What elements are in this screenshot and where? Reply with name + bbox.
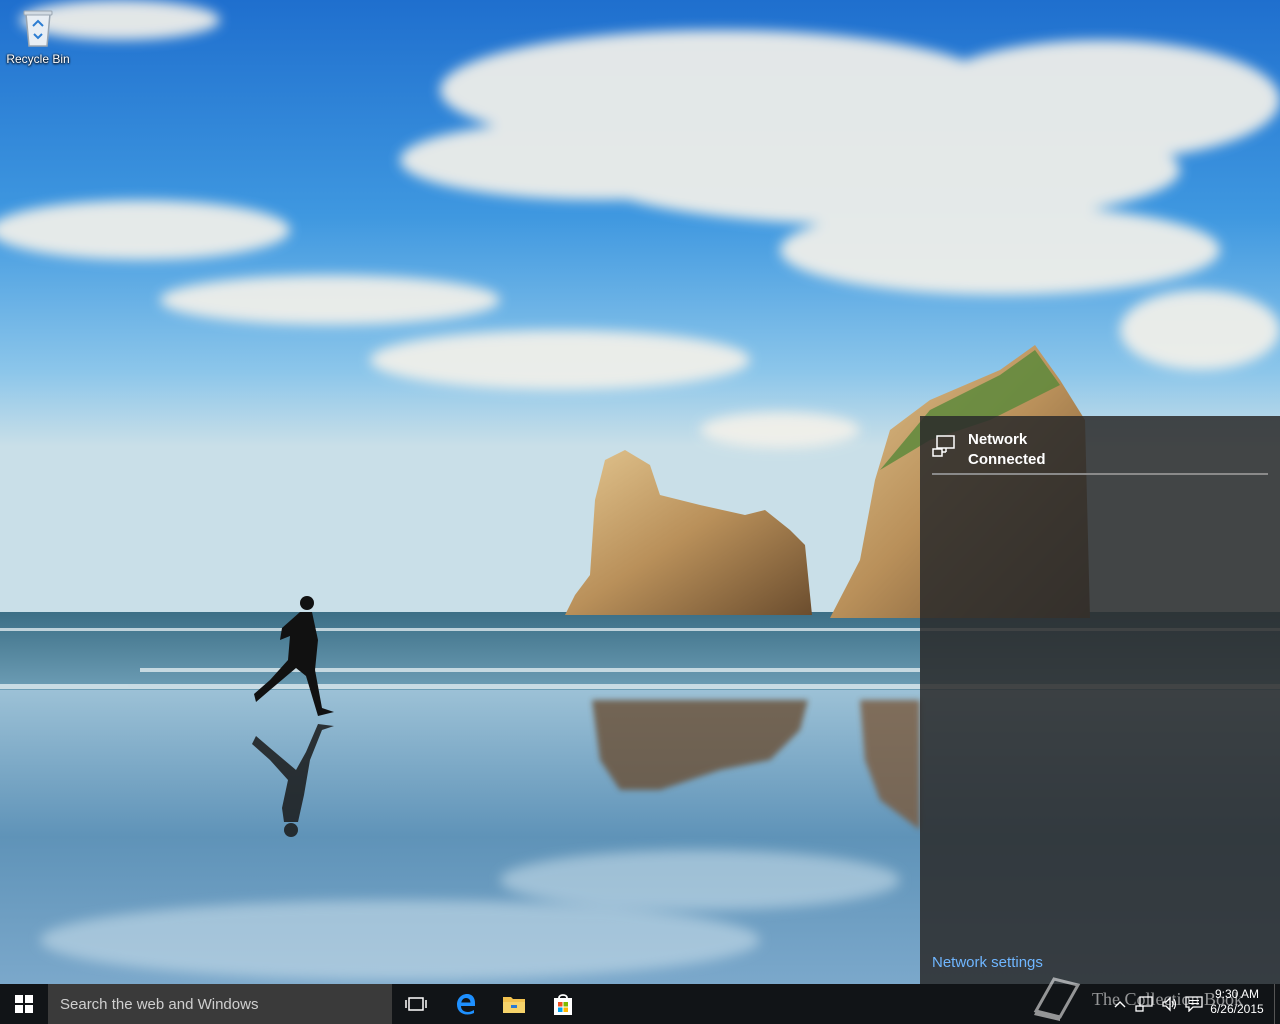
start-button[interactable] [0, 984, 48, 1024]
store-icon [554, 994, 572, 1015]
search-box[interactable]: Search the web and Windows [48, 984, 392, 1024]
taskbar-clock[interactable]: 9:30 AM 6/26/2015 [1206, 987, 1268, 1017]
tray-volume-button[interactable] [1158, 984, 1182, 1024]
network-tray-icon [1135, 996, 1153, 1012]
search-placeholder: Search the web and Windows [60, 995, 259, 1013]
task-view-button[interactable] [392, 984, 440, 1024]
network-status: Connected [968, 451, 1046, 468]
volume-icon [1162, 996, 1177, 1012]
store-taskbar-button[interactable] [539, 984, 587, 1024]
network-flyout: Network Connected Network settings [920, 416, 1280, 984]
edge-icon [457, 994, 475, 1015]
clock-date: 6/26/2015 [1210, 1002, 1264, 1016]
windows-logo-icon [15, 995, 33, 1013]
desktop-icon-recycle-bin[interactable]: Recycle Bin [4, 8, 72, 66]
folder-icon [503, 997, 525, 1013]
action-center-icon [1185, 996, 1203, 1012]
tray-network-button[interactable] [1132, 984, 1156, 1024]
show-hidden-icons-button[interactable] [1110, 984, 1130, 1024]
task-view-icon [405, 997, 427, 1011]
action-center-button[interactable] [1182, 984, 1206, 1024]
network-settings-link[interactable]: Network settings [932, 954, 1043, 971]
show-desktop-button[interactable] [1274, 984, 1280, 1024]
taskbar: Search the web and Windows 9:30 AM 6/26/… [0, 984, 1280, 1024]
recycle-bin-label: Recycle Bin [6, 52, 70, 66]
chevron-up-icon [1114, 1001, 1126, 1008]
edge-taskbar-button[interactable] [442, 984, 490, 1024]
network-name: Network [968, 431, 1028, 448]
network-connection-item[interactable]: Network Connected [932, 422, 1268, 474]
ethernet-network-icon [932, 435, 955, 457]
network-divider [932, 473, 1268, 475]
file-explorer-taskbar-button[interactable] [490, 984, 538, 1024]
clock-time: 9:30 AM [1214, 987, 1260, 1001]
recycle-bin-icon [23, 10, 53, 47]
